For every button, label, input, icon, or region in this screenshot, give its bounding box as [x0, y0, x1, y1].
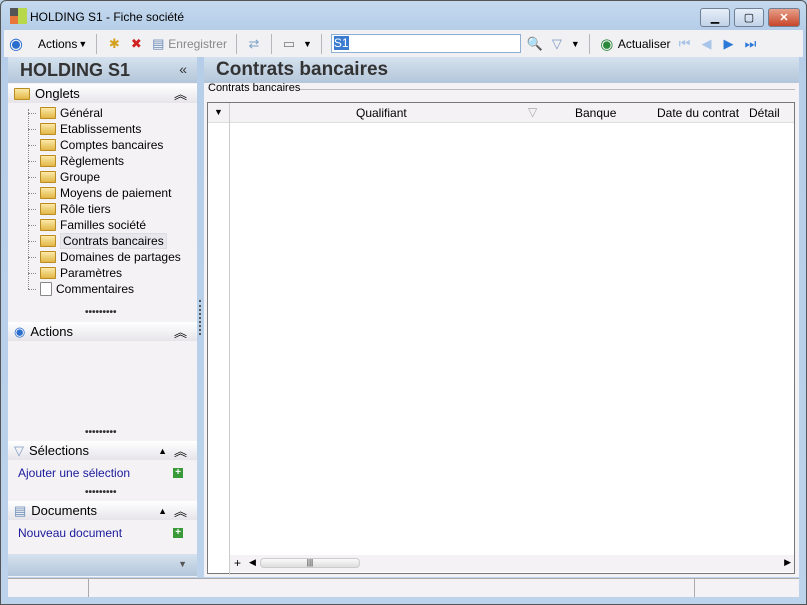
column-header-date-du-contrat[interactable]: Date du contrat: [657, 106, 739, 120]
panel-footer: ▼: [8, 554, 197, 576]
add-icon[interactable]: +: [173, 468, 183, 478]
minimize-button[interactable]: ▁: [700, 8, 730, 27]
grid-header: ▼ Qualifiant ▽ Banque Date du contrat Dé…: [208, 103, 794, 575]
folder-icon: [40, 219, 56, 231]
column-header-qualifiant[interactable]: Qualifiant: [356, 106, 407, 120]
new-icon[interactable]: ✱: [106, 36, 122, 52]
add-icon[interactable]: +: [173, 528, 183, 538]
folder-icon: [40, 235, 56, 247]
chevron-down-icon: ▼: [78, 38, 88, 49]
folder-icon: [40, 139, 56, 151]
collapse-icon: ︽: [173, 504, 187, 519]
chevron-down-icon[interactable]: ▼: [303, 39, 312, 49]
add-selection-link[interactable]: Ajouter une sélection: [18, 466, 130, 480]
refresh-icon[interactable]: ◉: [599, 36, 615, 53]
chevron-down-icon[interactable]: ▼: [571, 39, 580, 49]
selections-header[interactable]: ▽ Sélections ▲ ︽: [8, 441, 197, 460]
tab-item[interactable]: Moyens de paiement: [28, 185, 171, 201]
tab-item[interactable]: Familles société: [28, 217, 146, 233]
tab-item[interactable]: Contrats bancaires: [28, 233, 167, 249]
folder-icon: [40, 267, 56, 279]
folder-icon: [40, 187, 56, 199]
previous-icon[interactable]: ◀: [699, 36, 715, 52]
filter-icon[interactable]: ▽: [549, 36, 565, 52]
tab-item[interactable]: Etablissements: [28, 121, 141, 137]
collapse-icon: ︽: [173, 325, 187, 340]
group-label: Contrats bancaires: [208, 82, 301, 94]
company-title: HOLDING S1 «: [8, 57, 197, 83]
tab-item[interactable]: Groupe: [28, 169, 100, 185]
window-title: HOLDING S1 - Fiche société: [30, 10, 185, 24]
folder-icon: [40, 107, 56, 119]
splitter-handle[interactable]: [199, 300, 202, 335]
save-button[interactable]: Enregistrer: [168, 37, 227, 51]
folder-icon: [40, 155, 56, 167]
tab-item[interactable]: Commentaires: [28, 281, 134, 297]
status-bar: [8, 578, 799, 597]
save-icon[interactable]: ▤: [150, 36, 166, 52]
actions-icon: ◉: [14, 323, 26, 339]
scrollbar-thumb[interactable]: |||: [260, 558, 360, 568]
toolbar: ◉ Actions ▼ ✱ ✖ ▤ Enregistrer ⇄ ▭ ▼ S1 🔍 ▽…: [4, 30, 803, 57]
delete-icon[interactable]: ✖: [128, 36, 144, 52]
tab-item[interactable]: Rôle tiers: [28, 201, 111, 217]
column-chooser-button[interactable]: ▼: [214, 107, 223, 117]
data-grid[interactable]: ▼ Qualifiant ▽ Banque Date du contrat Dé…: [207, 102, 795, 575]
tab-item[interactable]: Général: [28, 105, 103, 121]
folder-icon: [40, 123, 56, 135]
first-icon[interactable]: ⏮: [677, 36, 693, 52]
document-icon: ▤: [14, 502, 27, 518]
tab-item[interactable]: Règlements: [28, 153, 124, 169]
actions-menu[interactable]: Actions: [38, 37, 77, 51]
scroll-right-button[interactable]: ▶: [784, 557, 791, 568]
document-icon: [40, 282, 52, 296]
search-icon[interactable]: 🔍: [527, 36, 543, 52]
collapse-icon: ︽: [173, 444, 187, 459]
add-row-button[interactable]: +: [234, 556, 241, 570]
new-document-link[interactable]: Nouveau document: [18, 526, 122, 540]
horizontal-scrollbar[interactable]: + ◀ ||| ▶: [230, 555, 794, 572]
refresh-button[interactable]: Actualiser: [618, 37, 671, 51]
folder-icon: [40, 251, 56, 263]
menu-circle-icon[interactable]: ◉: [8, 36, 24, 53]
chevron-up-icon: ▲: [158, 445, 167, 456]
scroll-left-button[interactable]: ◀: [249, 557, 256, 568]
collapse-icon: ︽: [173, 87, 187, 102]
folder-icon: [40, 171, 56, 183]
actions-header[interactable]: ◉ Actions ︽: [8, 322, 197, 341]
collapse-panel-button[interactable]: «: [179, 61, 187, 77]
chevron-down-icon[interactable]: ▼: [178, 559, 187, 569]
app-logo-icon: [10, 8, 27, 24]
search-input[interactable]: S1: [330, 34, 521, 53]
folder-icon: [14, 87, 30, 100]
print-icon[interactable]: ▭: [281, 36, 297, 52]
documents-header[interactable]: ▤ Documents ▲ ︽: [8, 501, 197, 520]
chevron-up-icon: ▲: [158, 505, 167, 516]
tab-item[interactable]: Paramètres: [28, 265, 122, 281]
sync-icon[interactable]: ⇄: [246, 36, 262, 52]
filter-icon: ▽: [14, 442, 24, 458]
page-title: Contrats bancaires: [204, 57, 799, 83]
tab-item[interactable]: Comptes bancaires: [28, 137, 163, 153]
folder-icon: [40, 203, 56, 215]
next-icon[interactable]: ▶: [721, 36, 737, 52]
left-panel: HOLDING S1 « Onglets ︽ Général Etablissemen…: [8, 57, 197, 577]
column-header-detail[interactable]: Détail: [749, 106, 780, 120]
column-header-banque[interactable]: Banque: [575, 106, 616, 120]
sort-icon: ▽: [528, 105, 538, 119]
maximize-button[interactable]: ▢: [734, 8, 764, 27]
close-button[interactable]: ✕: [768, 8, 800, 27]
onglets-header[interactable]: Onglets ︽: [8, 84, 197, 103]
tab-item[interactable]: Domaines de partages: [28, 249, 181, 265]
last-icon[interactable]: ⏭: [743, 36, 759, 52]
